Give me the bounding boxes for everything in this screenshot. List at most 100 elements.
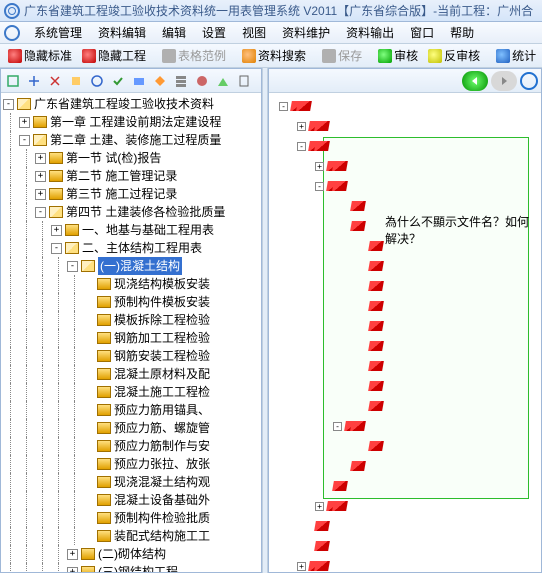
- panel-btn-5[interactable]: [88, 72, 106, 90]
- expander-icon[interactable]: +: [315, 162, 324, 171]
- nav-refresh-button[interactable]: [520, 72, 538, 90]
- menu-output[interactable]: 资料输出: [338, 22, 402, 43]
- doc-node[interactable]: [369, 301, 385, 311]
- expander-icon[interactable]: +: [297, 562, 306, 571]
- doc-node[interactable]: [351, 221, 367, 231]
- menu-window[interactable]: 窗口: [402, 22, 442, 43]
- nav-back-button[interactable]: [462, 71, 488, 91]
- panel-btn-8[interactable]: [151, 72, 169, 90]
- tree-node[interactable]: -广东省建筑工程竣工验收技术资料: [3, 95, 259, 113]
- menu-view[interactable]: 视图: [234, 22, 274, 43]
- tree-node[interactable]: 预应力张拉、放张: [3, 455, 259, 473]
- stats-button[interactable]: 统计: [492, 46, 540, 65]
- tree-node[interactable]: +一、地基与基础工程用表: [3, 221, 259, 239]
- expander-icon[interactable]: +: [19, 117, 30, 128]
- doc-node[interactable]: [351, 421, 367, 431]
- search-button[interactable]: 资料搜索: [238, 46, 310, 65]
- tree-node[interactable]: +第二节 施工管理记录: [3, 167, 259, 185]
- tree-node[interactable]: +(三)钢结构工程: [3, 563, 259, 572]
- expander-icon[interactable]: +: [297, 122, 306, 131]
- tree-node[interactable]: 预应力筋制作与安: [3, 437, 259, 455]
- expander-icon[interactable]: -: [19, 135, 30, 146]
- doc-node[interactable]: [351, 461, 367, 471]
- doc-node[interactable]: [315, 141, 331, 151]
- panel-btn-6[interactable]: [109, 72, 127, 90]
- form-sample-button[interactable]: 表格范例: [158, 46, 230, 65]
- tree-node[interactable]: 预制构件检验批质: [3, 509, 259, 527]
- panel-btn-11[interactable]: [214, 72, 232, 90]
- doc-node[interactable]: [351, 201, 367, 211]
- expander-icon[interactable]: -: [67, 261, 78, 272]
- menu-settings[interactable]: 设置: [194, 22, 234, 43]
- doc-node[interactable]: [369, 361, 385, 371]
- doc-node[interactable]: [333, 481, 349, 491]
- doc-node[interactable]: [369, 401, 385, 411]
- tree-node[interactable]: -第二章 土建、装修施工过程质量: [3, 131, 259, 149]
- unaudit-button[interactable]: 反审核: [424, 46, 484, 65]
- tree-node[interactable]: -(一)混凝土结构: [3, 257, 259, 275]
- tree-node[interactable]: 预应力筋、螺旋管: [3, 419, 259, 437]
- tree-node[interactable]: 混凝土设备基础外: [3, 491, 259, 509]
- expander-icon[interactable]: +: [35, 189, 46, 200]
- expander-icon[interactable]: -: [35, 207, 46, 218]
- doc-node[interactable]: [369, 441, 385, 451]
- doc-node[interactable]: [369, 341, 385, 351]
- doc-node[interactable]: [333, 161, 349, 171]
- tree-node[interactable]: +第一节 试(检)报告: [3, 149, 259, 167]
- menu-help[interactable]: 帮助: [442, 22, 482, 43]
- doc-node[interactable]: [369, 381, 385, 391]
- doc-node[interactable]: [369, 321, 385, 331]
- expander-icon[interactable]: +: [35, 171, 46, 182]
- tree-node[interactable]: 装配式结构施工工: [3, 527, 259, 545]
- tree-node[interactable]: 现浇结构模板安装: [3, 275, 259, 293]
- doc-node[interactable]: [297, 101, 313, 111]
- tree-node[interactable]: 混凝土原材料及配: [3, 365, 259, 383]
- expander-icon[interactable]: +: [315, 502, 324, 511]
- panel-btn-2[interactable]: [25, 72, 43, 90]
- tree-node[interactable]: 预制构件模板安装: [3, 293, 259, 311]
- tree-node[interactable]: -二、主体结构工程用表: [3, 239, 259, 257]
- hide-standard-button[interactable]: 隐藏标准: [4, 46, 76, 65]
- panel-btn-1[interactable]: [4, 72, 22, 90]
- expander-icon[interactable]: -: [297, 142, 306, 151]
- expander-icon[interactable]: +: [51, 225, 62, 236]
- panel-btn-3[interactable]: [46, 72, 64, 90]
- document-tree[interactable]: 為什么不顯示文件名？如何 解决？ -+-+--++: [269, 93, 541, 572]
- expander-icon[interactable]: +: [67, 549, 78, 560]
- doc-node[interactable]: [315, 541, 331, 551]
- tree-node[interactable]: +第一章 工程建设前期法定建设程: [3, 113, 259, 131]
- tree-node[interactable]: 现浇混凝土结构观: [3, 473, 259, 491]
- save-button[interactable]: 保存: [318, 46, 366, 65]
- tree-node[interactable]: +(二)砌体结构: [3, 545, 259, 563]
- doc-node[interactable]: [315, 521, 331, 531]
- catalog-tree[interactable]: -广东省建筑工程竣工验收技术资料+第一章 工程建设前期法定建设程-第二章 土建、…: [1, 93, 261, 572]
- expander-icon[interactable]: -: [3, 99, 14, 110]
- panel-btn-9[interactable]: [172, 72, 190, 90]
- nav-forward-button[interactable]: [491, 71, 517, 91]
- expander-icon[interactable]: -: [279, 102, 288, 111]
- doc-node[interactable]: [333, 181, 349, 191]
- panel-btn-10[interactable]: [193, 72, 211, 90]
- menu-data-edit[interactable]: 资料编辑: [90, 22, 154, 43]
- expander-icon[interactable]: -: [51, 243, 62, 254]
- doc-node[interactable]: [369, 241, 385, 251]
- tree-node[interactable]: -第四节 土建装修各检验批质量: [3, 203, 259, 221]
- tree-node[interactable]: 预应力筋用锚具、: [3, 401, 259, 419]
- panel-btn-12[interactable]: [235, 72, 253, 90]
- expander-icon[interactable]: +: [67, 567, 78, 573]
- doc-node[interactable]: [315, 121, 331, 131]
- expander-icon[interactable]: -: [315, 182, 324, 191]
- tree-node[interactable]: 钢筋加工工程检验: [3, 329, 259, 347]
- doc-node[interactable]: [315, 561, 331, 571]
- tree-node[interactable]: 模板拆除工程检验: [3, 311, 259, 329]
- menu-edit[interactable]: 编辑: [154, 22, 194, 43]
- tree-node[interactable]: 钢筋安装工程检验: [3, 347, 259, 365]
- expander-icon[interactable]: -: [333, 422, 342, 431]
- panel-btn-7[interactable]: [130, 72, 148, 90]
- menu-maintain[interactable]: 资料维护: [274, 22, 338, 43]
- tree-node[interactable]: 混凝土施工工程检: [3, 383, 259, 401]
- hide-project-button[interactable]: 隐藏工程: [78, 46, 150, 65]
- expander-icon[interactable]: +: [35, 153, 46, 164]
- doc-node[interactable]: [333, 501, 349, 511]
- doc-node[interactable]: [369, 261, 385, 271]
